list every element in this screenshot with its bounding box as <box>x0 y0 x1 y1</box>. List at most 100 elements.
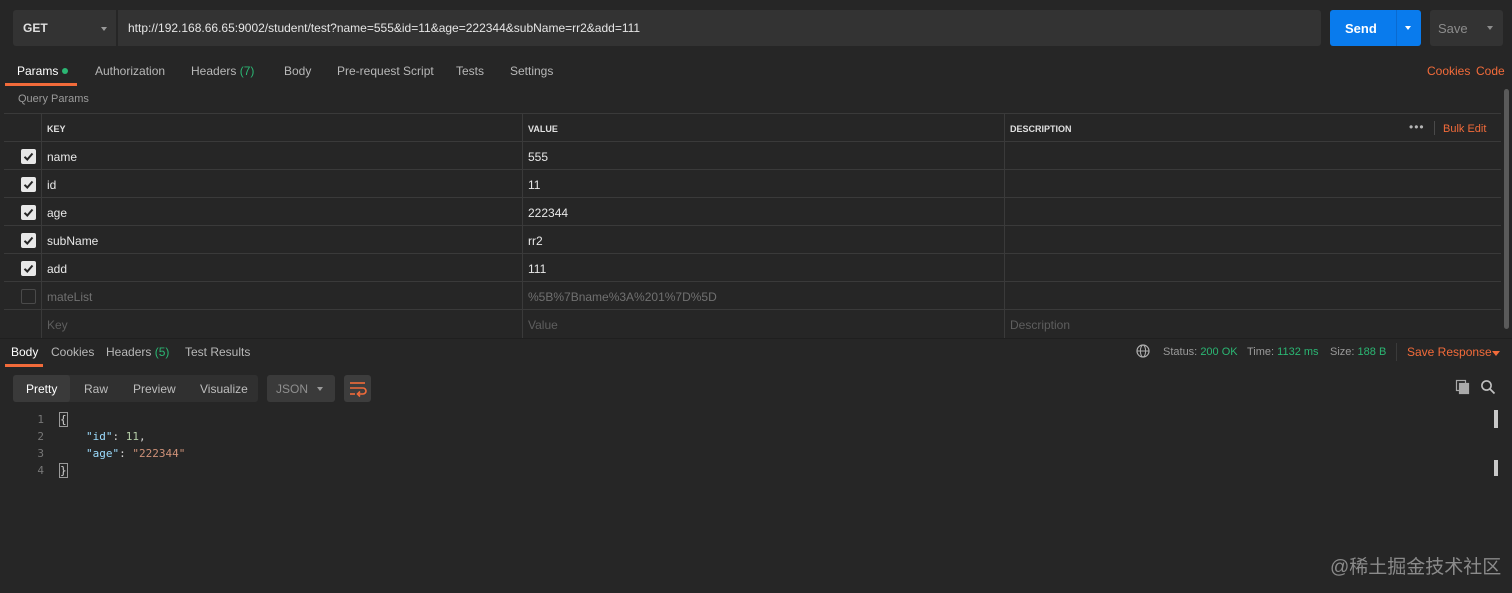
params-scrollbar[interactable] <box>1504 89 1509 329</box>
description-cell[interactable] <box>1004 282 1501 310</box>
table-row: age 222344 <box>4 198 1501 226</box>
check-icon <box>23 208 34 217</box>
editor-scrollbar-marker <box>1494 410 1498 428</box>
key-cell[interactable]: mateList <box>41 282 522 310</box>
row-checkbox[interactable] <box>21 177 36 192</box>
table-row: subName rr2 <box>4 226 1501 254</box>
json-value-age: "222344" <box>132 447 186 460</box>
bulk-edit-link[interactable]: Bulk Edit <box>1443 123 1486 135</box>
value-text: 11 <box>528 178 541 192</box>
value-cell[interactable]: 555 <box>522 142 1004 170</box>
key-cell[interactable]: add <box>41 254 522 282</box>
send-label: Send <box>1345 21 1377 36</box>
check-icon <box>23 264 34 273</box>
description-cell[interactable] <box>1004 198 1501 226</box>
response-tab-headers[interactable]: Headers (5) <box>106 345 169 359</box>
value-text: 111 <box>528 262 547 276</box>
size-info: Size: 188 B <box>1330 346 1386 358</box>
value-text: 222344 <box>528 206 569 220</box>
tab-prerequest-script[interactable]: Pre-request Script <box>337 64 434 78</box>
response-headers-label: Headers <box>106 345 152 359</box>
params-active-dot <box>62 68 69 74</box>
wrap-lines-button[interactable] <box>344 375 371 402</box>
value-cell[interactable]: %5B%7Bname%3A%201%7D%5D <box>522 282 1004 310</box>
key-text: age <box>47 206 68 220</box>
chevron-down-icon <box>317 387 323 391</box>
code-line: { <box>59 412 68 427</box>
key-cell[interactable]: id <box>41 170 522 198</box>
row-checkbox[interactable] <box>21 205 36 220</box>
send-button[interactable]: Send <box>1330 10 1421 46</box>
tab-tests[interactable]: Tests <box>456 64 484 78</box>
row-checkbox[interactable] <box>21 289 36 304</box>
tab-headers-label: Headers <box>191 64 237 78</box>
response-tab-cookies[interactable]: Cookies <box>51 345 94 359</box>
json-value-id: 11 <box>125 430 139 443</box>
visualize-button[interactable]: Visualize <box>200 382 248 396</box>
value-cell[interactable]: 111 <box>522 254 1004 282</box>
code-line: "id": 11, <box>86 430 146 443</box>
tab-headers[interactable]: Headers (7) <box>191 64 254 78</box>
code-link[interactable]: Code <box>1476 64 1505 78</box>
copy-icon[interactable] <box>1455 379 1471 395</box>
wrap-icon <box>350 382 367 398</box>
value-cell[interactable]: rr2 <box>522 226 1004 254</box>
request-tabs: Params Authorization Headers (7) Body Pr… <box>0 56 1512 86</box>
cookies-link[interactable]: Cookies <box>1427 64 1470 78</box>
json-key-id: "id" <box>86 430 113 443</box>
line-number: 4 <box>37 464 44 477</box>
key-text: add <box>47 262 68 276</box>
row-checkbox[interactable] <box>21 261 36 276</box>
url-input[interactable]: http://192.168.66.65:9002/student/test?n… <box>118 10 1321 46</box>
description-cell[interactable] <box>1004 142 1501 170</box>
pretty-button[interactable]: Pretty <box>26 382 57 396</box>
globe-icon[interactable] <box>1136 344 1150 358</box>
format-select[interactable]: JSON <box>267 375 335 402</box>
row-checkbox[interactable] <box>21 233 36 248</box>
tab-body[interactable]: Body <box>284 64 311 78</box>
description-cell[interactable] <box>1004 226 1501 254</box>
method-select[interactable]: GET <box>13 10 117 46</box>
row-checkbox[interactable] <box>21 149 36 164</box>
search-icon[interactable] <box>1480 379 1496 395</box>
header-divider <box>1434 121 1435 135</box>
line-number: 3 <box>37 447 44 460</box>
send-dropdown-icon[interactable] <box>1405 26 1411 30</box>
save-dropdown-icon[interactable] <box>1487 26 1493 30</box>
new-description-input[interactable]: Description <box>1004 310 1501 338</box>
tab-headers-count: (7) <box>239 64 255 78</box>
value-cell[interactable]: 222344 <box>522 198 1004 226</box>
raw-button[interactable]: Raw <box>84 382 108 396</box>
watermark: @稀土掘金技术社区 <box>1330 557 1502 578</box>
table-row: mateList %5B%7Bname%3A%201%7D%5D <box>4 282 1501 310</box>
table-row: id 11 <box>4 170 1501 198</box>
value-cell[interactable]: 11 <box>522 170 1004 198</box>
description-cell[interactable] <box>1004 170 1501 198</box>
tab-params[interactable]: Params <box>17 64 69 78</box>
description-cell[interactable] <box>1004 254 1501 282</box>
view-mode-group: Pretty Raw Preview Visualize <box>13 375 258 402</box>
key-cell[interactable]: age <box>41 198 522 226</box>
new-key-input[interactable]: Key <box>41 310 522 338</box>
save-response-button[interactable]: Save Response <box>1407 345 1492 359</box>
description-placeholder: Description <box>1010 318 1071 332</box>
new-value-input[interactable]: Value <box>522 310 1004 338</box>
description-header-label: DESCRIPTION <box>1010 124 1072 134</box>
preview-button[interactable]: Preview <box>133 382 176 396</box>
tab-authorization[interactable]: Authorization <box>95 64 165 78</box>
key-text: name <box>47 150 78 164</box>
response-tab-test-results[interactable]: Test Results <box>185 345 250 359</box>
method-label: GET <box>23 21 48 35</box>
response-tab-body[interactable]: Body <box>11 345 38 359</box>
key-cell[interactable]: subName <box>41 226 522 254</box>
response-body-editor[interactable]: 1 2 3 4 { "id": 11, "age": "222344" } <box>0 410 1512 593</box>
value-header-label: VALUE <box>528 124 558 134</box>
line-number: 2 <box>37 430 44 443</box>
line-number: 1 <box>37 413 44 426</box>
more-options-icon[interactable]: ••• <box>1409 120 1425 134</box>
tab-settings[interactable]: Settings <box>510 64 553 78</box>
check-icon <box>23 180 34 189</box>
save-response-dropdown-icon[interactable] <box>1492 351 1500 356</box>
save-button[interactable]: Save <box>1430 10 1503 46</box>
key-cell[interactable]: name <box>41 142 522 170</box>
